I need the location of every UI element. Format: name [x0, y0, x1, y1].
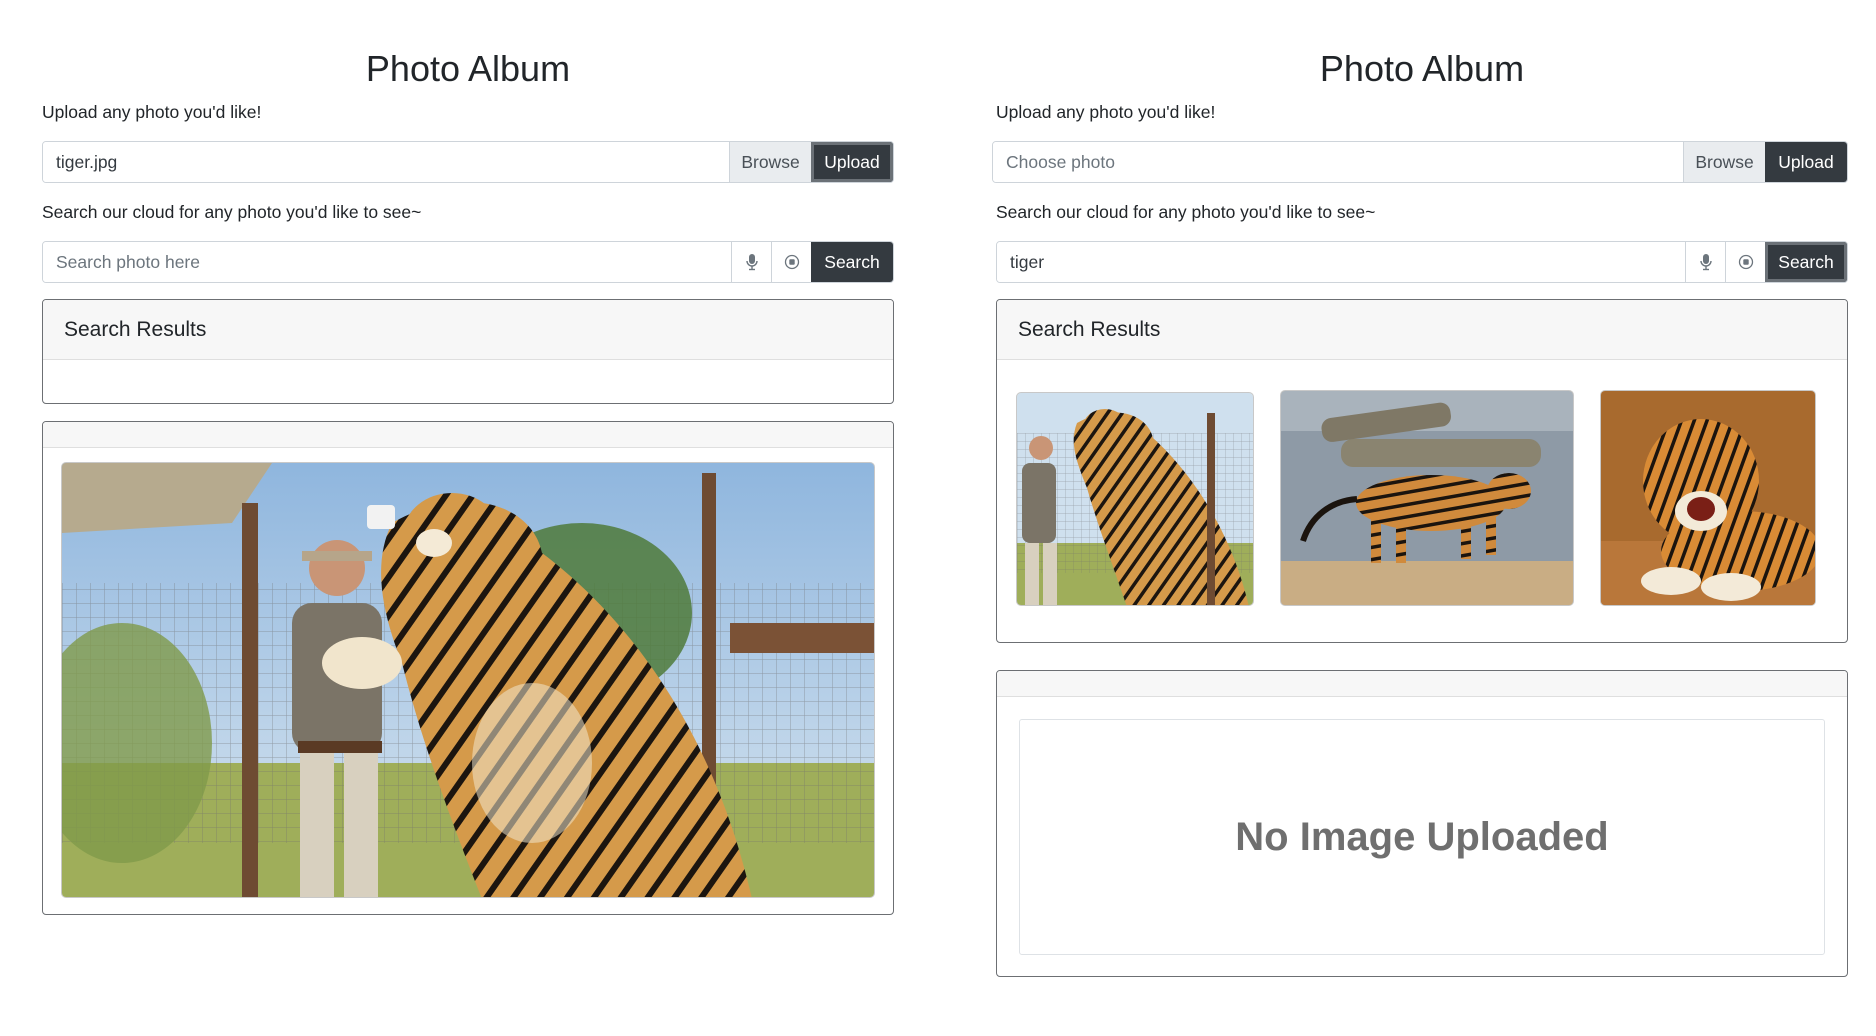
record-button[interactable]: [771, 242, 811, 282]
result-thumbnail[interactable]: [1600, 390, 1816, 606]
photo-album-panel-left: Photo Album Upload any photo you'd like!…: [42, 0, 894, 1036]
search-caption: Search our cloud for any photo you'd lik…: [42, 202, 422, 222]
upload-file-group: Choose photo Browse Upload: [992, 141, 1848, 183]
upload-caption: Upload any photo you'd like!: [996, 102, 1216, 122]
uploaded-photo: [61, 462, 875, 898]
file-input[interactable]: Choose photo: [993, 142, 1683, 182]
photo-album-panel-right: Photo Album Upload any photo you'd like!…: [992, 0, 1848, 1036]
record-stop-icon: [1738, 254, 1754, 270]
file-input[interactable]: tiger.jpg: [43, 142, 729, 182]
result-thumbnail[interactable]: [1280, 390, 1574, 606]
search-results-card: Search Results: [42, 299, 894, 404]
search-results-card: Search Results: [996, 299, 1848, 643]
search-button[interactable]: Search: [811, 242, 893, 282]
upload-caption: Upload any photo you'd like!: [42, 102, 262, 122]
search-results-header: Search Results: [43, 300, 893, 360]
preview-card-header: [997, 671, 1847, 697]
browse-button[interactable]: Browse: [729, 142, 811, 182]
page-title: Photo Album: [365, 48, 571, 89]
preview-card: [42, 421, 894, 915]
record-button[interactable]: [1725, 242, 1765, 282]
upload-file-group: tiger.jpg Browse Upload: [42, 141, 894, 183]
image-placeholder: No Image Uploaded: [1019, 719, 1825, 955]
upload-button[interactable]: Upload: [811, 142, 893, 182]
search-button[interactable]: Search: [1765, 242, 1847, 282]
search-group: tiger Search: [996, 241, 1848, 283]
page-title: Photo Album: [1319, 48, 1525, 89]
search-input[interactable]: tiger: [997, 242, 1685, 282]
search-input[interactable]: Search photo here: [43, 242, 731, 282]
search-caption: Search our cloud for any photo you'd lik…: [996, 202, 1376, 222]
result-thumbnail[interactable]: [1016, 392, 1254, 606]
record-stop-icon: [784, 254, 800, 270]
preview-card: No Image Uploaded: [996, 670, 1848, 977]
no-image-text: No Image Uploaded: [1235, 814, 1609, 859]
microphone-button[interactable]: [731, 242, 771, 282]
preview-card-header: [43, 422, 893, 448]
search-group: Search photo here Search: [42, 241, 894, 283]
microphone-icon: [745, 253, 759, 271]
microphone-icon: [1699, 253, 1713, 271]
search-results-header: Search Results: [997, 300, 1847, 360]
browse-button[interactable]: Browse: [1683, 142, 1765, 182]
microphone-button[interactable]: [1685, 242, 1725, 282]
upload-button[interactable]: Upload: [1765, 142, 1847, 182]
